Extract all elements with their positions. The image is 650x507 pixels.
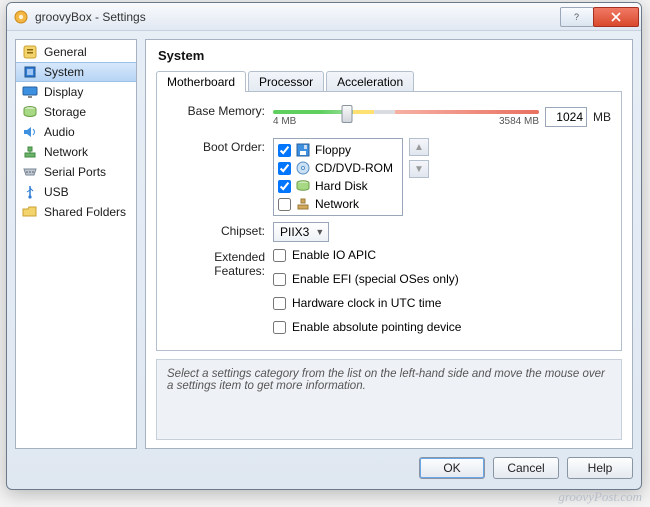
tab-bar: Motherboard Processor Acceleration <box>156 71 622 92</box>
lan-icon <box>295 196 311 212</box>
boot-move-down-button[interactable]: ▼ <box>409 160 429 178</box>
disk-icon <box>22 104 38 120</box>
hardware-clock-utc-checkbox[interactable]: Hardware clock in UTC time <box>273 296 441 310</box>
absolute-pointing-checkbox[interactable]: Enable absolute pointing device <box>273 320 461 334</box>
sidebar-item-label: General <box>44 45 87 59</box>
window-title: groovyBox - Settings <box>35 10 146 24</box>
chip-icon <box>22 64 38 80</box>
sidebar-item-usb[interactable]: USB <box>16 182 136 202</box>
sidebar-item-label: Storage <box>44 105 86 119</box>
arrow-down-icon: ▼ <box>414 164 424 175</box>
info-hint: Select a settings category from the list… <box>156 359 622 440</box>
tab-motherboard[interactable]: Motherboard <box>156 71 246 92</box>
dialog-buttons: OK Cancel Help <box>15 455 633 481</box>
boot-item-floppy[interactable]: Floppy <box>276 141 400 159</box>
sidebar-item-display[interactable]: Display <box>16 82 136 102</box>
ok-button[interactable]: OK <box>419 457 485 479</box>
folder-icon <box>22 204 38 220</box>
memory-unit: MB <box>593 110 611 124</box>
boot-checkbox[interactable] <box>278 144 291 157</box>
sidebar-item-label: USB <box>44 185 69 199</box>
base-memory-slider[interactable]: 4 MB 3584 MB <box>273 102 539 132</box>
sidebar-item-system[interactable]: System <box>16 62 136 82</box>
sidebar-item-label: Display <box>44 85 83 99</box>
boot-order-label: Boot Order: <box>167 138 273 154</box>
chipset-value: PIIX3 <box>280 225 309 239</box>
boot-item-label: Floppy <box>315 143 351 157</box>
boot-checkbox[interactable] <box>278 162 291 175</box>
sidebar-item-label: Network <box>44 145 88 159</box>
chipset-select[interactable]: PIIX3 ▼ <box>273 222 329 242</box>
sidebar-item-general[interactable]: General <box>16 42 136 62</box>
app-gear-icon <box>13 9 29 25</box>
tab-processor[interactable]: Processor <box>248 71 324 92</box>
sidebar-item-label: Serial Ports <box>44 165 106 179</box>
sidebar-item-storage[interactable]: Storage <box>16 102 136 122</box>
boot-item-label: Network <box>315 197 359 211</box>
cancel-button[interactable]: Cancel <box>493 457 559 479</box>
titlebar[interactable]: groovyBox - Settings ? <box>7 3 641 31</box>
arrow-up-icon: ▲ <box>414 142 424 153</box>
tab-panel-motherboard: Base Memory: 4 MB 3584 MB <box>156 91 622 351</box>
slider-handle[interactable] <box>342 105 353 123</box>
close-window-button[interactable] <box>593 7 639 27</box>
base-memory-label: Base Memory: <box>167 102 273 118</box>
enable-io-apic-checkbox[interactable]: Enable IO APIC <box>273 248 376 262</box>
sidebar-item-serial-ports[interactable]: Serial Ports <box>16 162 136 182</box>
chevron-down-icon: ▼ <box>315 227 324 237</box>
extended-features-label: Extended Features: <box>167 248 273 278</box>
serial-icon <box>22 164 38 180</box>
boot-item-label: CD/DVD-ROM <box>315 161 393 175</box>
boot-checkbox[interactable] <box>278 180 291 193</box>
sidebar-item-label: System <box>44 65 84 79</box>
harddisk-icon <box>295 178 311 194</box>
usb-icon <box>22 184 38 200</box>
watermark: groovyPost.com <box>558 489 642 505</box>
svg-text:?: ? <box>574 12 579 22</box>
boot-item-network[interactable]: Network <box>276 195 400 213</box>
settings-icon <box>22 44 38 60</box>
audio-icon <box>22 124 38 140</box>
boot-item-label: Hard Disk <box>315 179 368 193</box>
chipset-label: Chipset: <box>167 222 273 238</box>
sidebar-item-network[interactable]: Network <box>16 142 136 162</box>
boot-item-harddisk[interactable]: Hard Disk <box>276 177 400 195</box>
settings-panel: System Motherboard Processor Acceleratio… <box>145 39 633 449</box>
base-memory-input[interactable] <box>545 107 587 127</box>
boot-order-list[interactable]: Floppy CD/DVD-ROM Hard Disk <box>273 138 403 216</box>
help-window-button[interactable]: ? <box>560 7 594 27</box>
boot-checkbox[interactable] <box>278 198 291 211</box>
settings-dialog: groovyBox - Settings ? General System Di… <box>6 2 642 490</box>
floppy-icon <box>295 142 311 158</box>
enable-efi-checkbox[interactable]: Enable EFI (special OSes only) <box>273 272 459 286</box>
boot-item-cd[interactable]: CD/DVD-ROM <box>276 159 400 177</box>
sidebar-item-shared-folders[interactable]: Shared Folders <box>16 202 136 222</box>
memory-max-label: 3584 MB <box>499 116 539 127</box>
boot-move-up-button[interactable]: ▲ <box>409 138 429 156</box>
monitor-icon <box>22 84 38 100</box>
help-button[interactable]: Help <box>567 457 633 479</box>
tab-acceleration[interactable]: Acceleration <box>326 71 414 92</box>
category-sidebar: General System Display Storage Audio Net… <box>15 39 137 449</box>
network-icon <box>22 144 38 160</box>
disc-icon <box>295 160 311 176</box>
page-title: System <box>158 48 622 63</box>
memory-min-label: 4 MB <box>273 116 296 127</box>
sidebar-item-label: Audio <box>44 125 75 139</box>
sidebar-item-label: Shared Folders <box>44 205 126 219</box>
sidebar-item-audio[interactable]: Audio <box>16 122 136 142</box>
